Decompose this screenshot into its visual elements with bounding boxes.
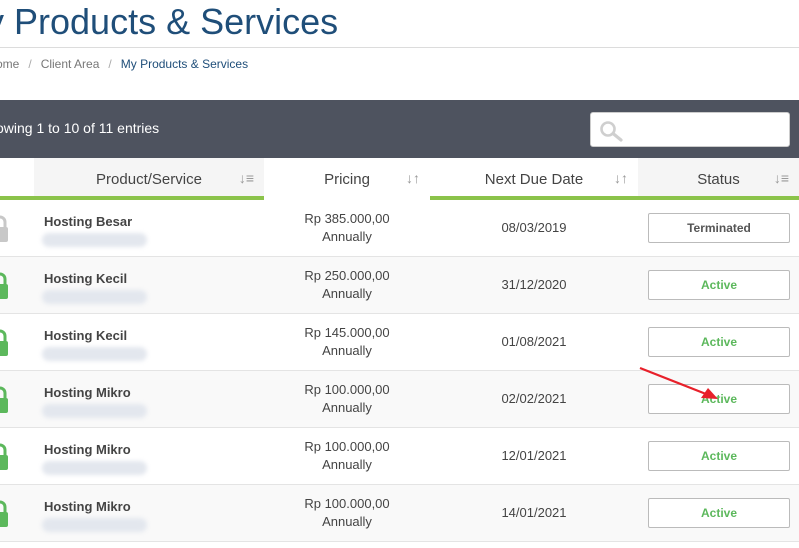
header-label: Pricing [324, 170, 370, 188]
search-icon [600, 121, 623, 142]
status-badge: Terminated [648, 213, 790, 243]
product-name[interactable]: Hosting Kecil [44, 328, 127, 343]
lock-icon [0, 386, 8, 413]
sort-desc-icon: ↓≡ [773, 170, 789, 186]
next-due-date: 08/03/2019 [501, 220, 567, 235]
table-row[interactable]: Hosting Besar Rp 385.000,00 Annually 08/0… [0, 200, 799, 257]
product-domain-blurred [42, 233, 147, 247]
lock-icon [0, 215, 8, 242]
price: Rp 100.000,00 [304, 439, 390, 454]
price: Rp 100.000,00 [304, 382, 390, 397]
breadcrumb-separator: / [108, 57, 112, 71]
sort-icon: ↓↑ [614, 170, 628, 186]
product-name[interactable]: Hosting Mikro [44, 499, 131, 514]
pricing-cell: Rp 100.000,00 Annually [264, 495, 430, 531]
lock-icon [0, 500, 8, 527]
product-domain-blurred [42, 290, 147, 304]
header-product-service[interactable]: Product/Service ↓≡ [34, 158, 264, 200]
product-name[interactable]: Hosting Besar [44, 214, 132, 229]
next-due-date: 31/12/2020 [501, 277, 567, 292]
pricing-cell: Rp 100.000,00 Annually [264, 438, 430, 474]
billing-cycle: Annually [322, 457, 372, 472]
status-cell: Active [648, 270, 790, 300]
breadcrumb-client-area[interactable]: Client Area [41, 57, 100, 71]
header-status[interactable]: Status ↓≡ [638, 158, 799, 200]
red-arrow-annotation [639, 366, 718, 399]
breadcrumb: ome / Client Area / My Products & Services [0, 57, 248, 71]
next-due-date: 14/01/2021 [501, 505, 567, 520]
page-title: y Products & Services [0, 1, 339, 42]
header-label: Next Due Date [484, 170, 584, 188]
status-cell: Terminated [648, 213, 790, 243]
lock-icon [0, 272, 8, 299]
pricing-cell: Rp 385.000,00 Annually [264, 210, 430, 246]
lock-icon [0, 329, 8, 356]
price: Rp 145.000,00 [304, 325, 390, 340]
pricing-cell: Rp 250.000,00 Annually [264, 267, 430, 303]
status-cell: Active [648, 498, 790, 528]
table-row[interactable]: Hosting Mikro Rp 100.000,00 Annually 12/0… [0, 428, 799, 485]
table-header: Product/Service ↓≡ Pricing ↓↑ Next Due D… [0, 158, 799, 200]
product-name[interactable]: Hosting Mikro [44, 442, 131, 457]
status-badge: Active [648, 327, 790, 357]
status-badge: Active [648, 270, 790, 300]
entries-info: owing 1 to 10 of 11 entries [0, 120, 160, 136]
header-label: Product/Service [96, 170, 202, 188]
price: Rp 250.000,00 [304, 268, 390, 283]
lock-icon [0, 443, 8, 470]
sort-icon: ↓↑ [406, 170, 420, 186]
next-due-date: 02/02/2021 [501, 391, 567, 406]
breadcrumb-home[interactable]: ome [0, 57, 19, 71]
breadcrumb-current: My Products & Services [120, 57, 249, 71]
title-divider [0, 47, 799, 48]
product-domain-blurred [42, 518, 147, 532]
table-toolbar: owing 1 to 10 of 11 entries [0, 100, 799, 158]
status-badge: Active [648, 441, 790, 471]
header-next-due-date[interactable]: Next Due Date ↓↑ [430, 158, 638, 200]
billing-cycle: Annually [322, 514, 372, 529]
billing-cycle: Annually [322, 286, 372, 301]
pricing-cell: Rp 145.000,00 Annually [264, 324, 430, 360]
product-name[interactable]: Hosting Mikro [44, 385, 131, 400]
status-cell: Active [648, 441, 790, 471]
pricing-cell: Rp 100.000,00 Annually [264, 381, 430, 417]
product-name[interactable]: Hosting Kecil [44, 271, 127, 286]
next-due-date: 12/01/2021 [501, 448, 567, 463]
billing-cycle: Annually [322, 343, 372, 358]
header-label: Status [697, 170, 740, 188]
billing-cycle: Annually [322, 400, 372, 415]
product-domain-blurred [42, 347, 147, 361]
search-input[interactable] [590, 112, 790, 147]
sort-desc-icon: ↓≡ [238, 170, 254, 186]
breadcrumb-separator: / [28, 57, 32, 71]
product-domain-blurred [42, 461, 147, 475]
product-domain-blurred [42, 404, 147, 418]
price: Rp 385.000,00 [304, 211, 390, 226]
status-badge: Active [648, 498, 790, 528]
header-pricing[interactable]: Pricing ↓↑ [264, 158, 430, 200]
table-row[interactable]: Hosting Kecil Rp 250.000,00 Annually 31/1… [0, 257, 799, 314]
status-cell: Active [648, 327, 790, 357]
products-table: Product/Service ↓≡ Pricing ↓↑ Next Due D… [0, 158, 799, 542]
price: Rp 100.000,00 [304, 496, 390, 511]
table-row[interactable]: Hosting Mikro Rp 100.000,00 Annually 14/0… [0, 485, 799, 542]
billing-cycle: Annually [322, 229, 372, 244]
next-due-date: 01/08/2021 [501, 334, 567, 349]
table-row[interactable]: Hosting Kecil Rp 145.000,00 Annually 01/0… [0, 314, 799, 371]
